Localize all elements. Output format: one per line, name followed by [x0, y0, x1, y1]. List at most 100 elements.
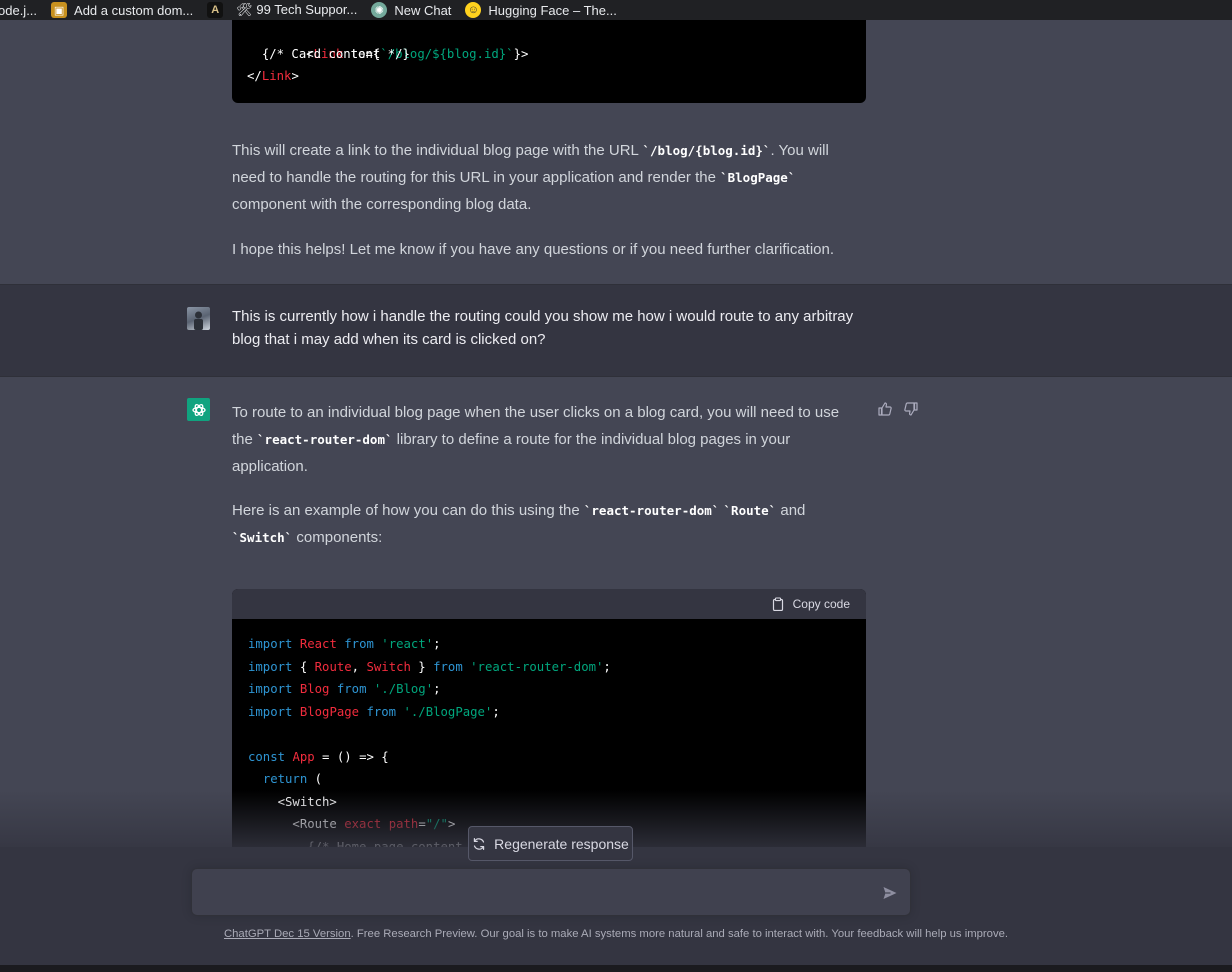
chat-thread: <Link to={`/blog/${blog.id}`}> {/* Card …: [0, 20, 1232, 965]
code-token: './BlogPage': [403, 704, 493, 719]
paragraph-text: component with the corresponding blog da…: [232, 196, 532, 213]
user-message: This is currently how i handle the routi…: [0, 285, 1232, 377]
message-paragraph: To route to an individual blog page when…: [232, 399, 862, 480]
thumbs-down-icon: [904, 402, 918, 416]
inline-code: `BlogPage`: [720, 170, 796, 185]
paragraph-text: Here is an example of how you can do thi…: [232, 502, 584, 519]
bookmark-item[interactable]: 🛠 99 Tech Suppor...: [236, 2, 357, 18]
code-token: Blog: [299, 682, 330, 696]
code-token: ;: [603, 659, 611, 674]
inline-code: `react-router-dom`: [257, 432, 393, 447]
thumbs-up-button[interactable]: [877, 401, 893, 417]
bookmark-item[interactable]: ✺ New Chat: [371, 2, 451, 18]
code-line: return (: [248, 768, 850, 791]
code-block: <Link to={`/blog/${blog.id}`}> {/* Card …: [232, 20, 866, 103]
code-token: }: [410, 659, 434, 674]
code-token: ,: [351, 659, 367, 674]
code-token: 'react': [381, 637, 434, 651]
code-token: from: [366, 704, 397, 719]
bookmarks-bar: ode.j... ▣ Add a custom dom... A 🛠 99 Te…: [0, 0, 1232, 20]
code-line: import Blog from './Blog';: [248, 678, 850, 701]
paragraph-text: This is currently how i handle the routi…: [232, 308, 854, 348]
user-silhouette-icon: [194, 311, 203, 330]
code-token: 'react-router-dom': [470, 659, 604, 674]
inline-code: `react-router-dom`: [583, 503, 720, 518]
copy-code-label: Copy code: [792, 597, 850, 611]
message-paragraph: I hope this helps! Let me know if you ha…: [232, 236, 862, 263]
message-input[interactable]: [206, 881, 866, 905]
code-line: </Link>: [247, 65, 851, 88]
code-token: Link: [261, 69, 292, 83]
code-token: Switch: [366, 659, 411, 674]
disclaimer-text: . Free Research Preview. Our goal is to …: [350, 928, 1009, 940]
message-input-box[interactable]: [191, 868, 911, 916]
thumbs-up-icon: [878, 402, 892, 416]
paragraph-text: This will create a link to the individua…: [232, 142, 643, 159]
code-token: React: [299, 637, 337, 651]
thumbs-down-button[interactable]: [903, 401, 919, 417]
code-token: import: [248, 659, 293, 674]
bookmark-label: ode.j...: [0, 2, 38, 18]
code-token: >: [291, 69, 299, 83]
code-token: import: [248, 682, 293, 696]
letter-a-icon: A: [207, 2, 224, 18]
message-paragraph: Here is an example of how you can do thi…: [232, 497, 862, 551]
bookmark-item[interactable]: ▣ Add a custom dom...: [51, 2, 193, 18]
bookmark-item[interactable]: A: [207, 2, 230, 18]
code-token: from: [336, 682, 367, 696]
code-token: Route: [314, 659, 352, 674]
send-icon: [883, 887, 897, 899]
openai-logo-icon: [191, 403, 206, 416]
bookmark-label: Add a custom dom...: [74, 2, 194, 18]
code-token: ;: [433, 682, 441, 696]
code-token: import: [248, 704, 293, 719]
bookmark-item[interactable]: ☺ Hugging Face – The...: [465, 2, 617, 18]
package-icon: ▣: [51, 2, 68, 18]
refresh-icon: [473, 837, 485, 850]
hugging-face-icon: ☺: [465, 2, 482, 18]
chatgpt-icon: ✺: [371, 2, 388, 18]
send-button[interactable]: [882, 885, 898, 901]
version-link[interactable]: ChatGPT Dec 15 Version: [224, 928, 351, 940]
code-token: {: [292, 659, 315, 674]
user-message-text: This is currently how i handle the routi…: [232, 305, 862, 351]
code-token: ;: [433, 637, 441, 651]
code-token: {/* Card content */}: [261, 46, 410, 61]
regenerate-response-button[interactable]: Regenerate response: [468, 826, 633, 861]
footer-disclaimer: ChatGPT Dec 15 Version. Free Research Pr…: [0, 928, 1232, 940]
code-line: <Link to={`/blog/${blog.id}`}>: [247, 20, 851, 61]
clipboard-icon: [772, 597, 783, 611]
code-line: {/* Card content */}: [247, 43, 851, 66]
copy-code-button[interactable]: Copy code: [771, 597, 850, 611]
code-token: App: [292, 749, 315, 764]
chatgpt-avatar: [187, 398, 210, 421]
paragraph-text: and: [776, 502, 806, 519]
code-token: './Blog': [373, 682, 434, 696]
code-token: ;: [492, 704, 500, 719]
regenerate-label: Regenerate response: [494, 835, 629, 852]
os-taskbar: [0, 965, 1232, 972]
bookmark-label: Hugging Face – The...: [488, 2, 617, 18]
paragraph-text: I hope this helps! Let me know if you ha…: [232, 241, 835, 258]
bookmark-item[interactable]: ode.j...: [0, 3, 37, 18]
code-line: import { Route, Switch } from 'react-rou…: [248, 656, 850, 679]
code-line: const App = () => {: [248, 746, 850, 769]
code-token: (: [307, 772, 323, 786]
code-token: const: [248, 749, 286, 764]
code-line: import BlogPage from './BlogPage';: [248, 701, 850, 724]
code-token: </: [247, 69, 262, 83]
inline-code: `/blog/{blog.id}`: [642, 143, 771, 158]
paragraph-text: components:: [292, 529, 383, 546]
code-token: }>: [513, 46, 529, 61]
assistant-message: <Link to={`/blog/${blog.id}`}> {/* Card …: [0, 20, 1232, 285]
bookmark-label: 🛠 99 Tech Suppor...: [236, 2, 358, 17]
code-token: = () => {: [314, 749, 389, 764]
code-block-header: Copy code: [232, 589, 866, 619]
code-token: import: [248, 637, 293, 651]
